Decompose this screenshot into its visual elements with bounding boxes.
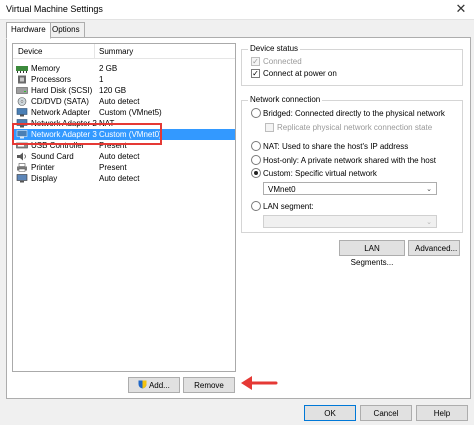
printer-icon: [17, 163, 27, 172]
column-header-device[interactable]: Device: [18, 47, 42, 56]
title-bar: Virtual Machine Settings ✕: [0, 0, 474, 20]
device-name: Memory: [31, 64, 60, 73]
device-name: Hard Disk (SCSI): [31, 86, 93, 95]
connected-checkbox[interactable]: ✓: [251, 57, 260, 66]
lan-segment-label: LAN segment:: [263, 202, 314, 211]
replicate-state-checkbox[interactable]: [265, 123, 274, 132]
connect-at-power-on-checkbox[interactable]: ✓: [251, 69, 260, 78]
selection-highlight-annotation: [12, 123, 162, 145]
advanced-button[interactable]: Advanced...: [408, 240, 460, 256]
device-summary: Auto detect: [99, 174, 140, 183]
device-status-group: Device status: [241, 44, 463, 86]
ok-button[interactable]: OK: [304, 405, 356, 421]
chevron-down-icon: ⌄: [426, 219, 432, 226]
device-name: Network Adapter: [31, 108, 91, 117]
lan-segment-select[interactable]: ⌄: [263, 215, 437, 228]
connect-at-power-on-label: Connect at power on: [263, 69, 337, 78]
device-row-display[interactable]: Display Auto detect: [13, 173, 235, 184]
nat-radio[interactable]: [251, 141, 261, 151]
add-button[interactable]: Add...: [128, 377, 180, 393]
device-list-header: Device Summary: [13, 44, 235, 59]
cancel-button[interactable]: Cancel: [360, 405, 412, 421]
virtual-machine-settings-window: Virtual Machine Settings ✕ Hardware Opti…: [0, 0, 474, 425]
device-row-printer[interactable]: Printer Present: [13, 162, 235, 173]
cd-dvd-icon: [17, 97, 27, 106]
custom-network-value: VMnet0: [268, 185, 296, 194]
network-connection-title: Network connection: [248, 95, 323, 104]
remove-button[interactable]: Remove: [183, 377, 235, 393]
device-summary: Present: [99, 163, 127, 172]
hard-disk-icon: [16, 87, 28, 94]
device-row-cd-dvd[interactable]: CD/DVD (SATA) Auto detect: [13, 96, 235, 107]
close-icon[interactable]: ✕: [454, 2, 468, 16]
column-header-summary[interactable]: Summary: [99, 47, 133, 56]
custom-radio[interactable]: [251, 168, 261, 178]
window-title: Virtual Machine Settings: [6, 4, 103, 14]
host-only-radio[interactable]: [251, 155, 261, 165]
device-list[interactable]: Device Summary Memory 2 GB Processors 1 …: [12, 43, 236, 372]
custom-label: Custom: Specific virtual network: [263, 169, 377, 178]
device-summary: Auto detect: [99, 97, 140, 106]
device-row-hard-disk[interactable]: Hard Disk (SCSI) 120 GB: [13, 85, 235, 96]
device-name: Display: [31, 174, 58, 183]
memory-icon: [16, 66, 28, 73]
device-name: Printer: [31, 163, 55, 172]
device-summary: 1: [99, 75, 104, 84]
connected-label: Connected: [263, 57, 302, 66]
device-name: Sound Card: [31, 152, 74, 161]
device-row-memory[interactable]: Memory 2 GB: [13, 63, 235, 74]
network-adapter-icon: [16, 108, 28, 117]
processor-icon: [18, 75, 26, 84]
arrow-left-annotation-icon: [241, 376, 278, 390]
shield-icon: [138, 380, 147, 389]
tab-options[interactable]: Options: [47, 22, 85, 38]
lan-segments-button[interactable]: LAN Segments...: [339, 240, 405, 267]
add-button-label: Add...: [148, 381, 170, 390]
device-summary: Custom (VMnet5): [99, 108, 162, 117]
nat-label: NAT: Used to share the host's IP address: [263, 142, 409, 151]
host-only-label: Host-only: A private network shared with…: [263, 156, 436, 165]
bridged-label: Bridged: Connected directly to the physi…: [263, 109, 445, 118]
device-summary: 2 GB: [99, 64, 118, 73]
help-button[interactable]: Help: [416, 405, 468, 421]
tab-hardware[interactable]: Hardware: [6, 22, 51, 39]
device-status-title: Device status: [248, 44, 301, 53]
bridged-radio[interactable]: [251, 108, 261, 118]
lan-segment-radio[interactable]: [251, 201, 261, 211]
display-icon: [16, 174, 28, 183]
chevron-down-icon: ⌄: [426, 186, 432, 193]
device-summary: 120 GB: [99, 86, 127, 95]
sound-card-icon: [17, 152, 26, 161]
device-row-processors[interactable]: Processors 1: [13, 74, 235, 85]
device-name: Processors: [31, 75, 72, 84]
device-row-sound-card[interactable]: Sound Card Auto detect: [13, 151, 235, 162]
custom-network-select[interactable]: VMnet0 ⌄: [263, 182, 437, 195]
device-summary: Auto detect: [99, 152, 140, 161]
device-name: CD/DVD (SATA): [31, 97, 89, 106]
network-connection-group: Network connection: [241, 95, 463, 233]
device-row-network-adapter[interactable]: Network Adapter Custom (VMnet5): [13, 107, 235, 118]
replicate-state-label: Replicate physical network connection st…: [277, 123, 433, 132]
